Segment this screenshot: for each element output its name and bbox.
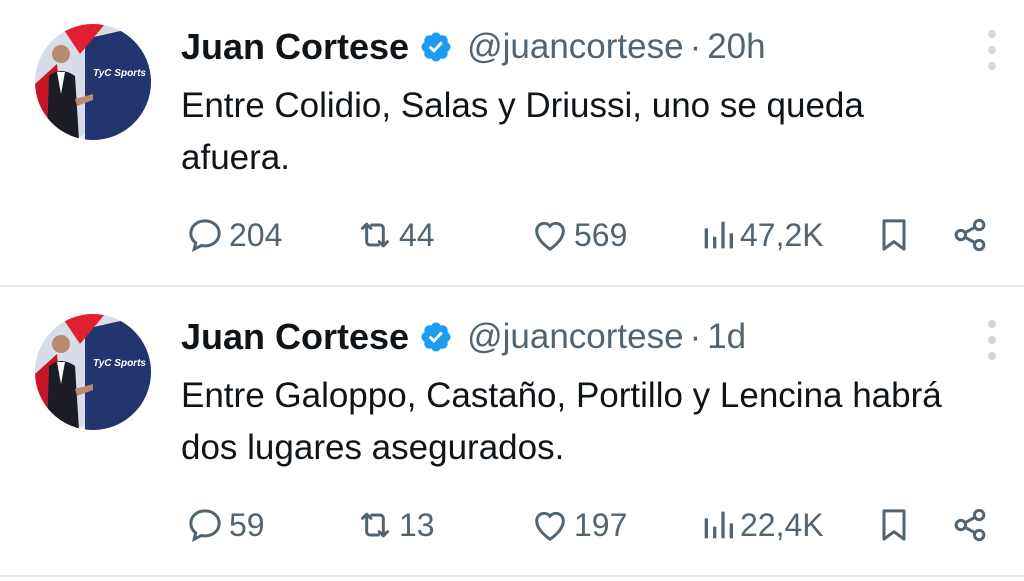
share-icon (954, 218, 986, 252)
separator-dot: · (689, 317, 702, 356)
avatar[interactable]: TyC Sports (35, 24, 151, 140)
retweet-count: 44 (399, 216, 435, 253)
avatar-logo-text: TyC Sports (93, 68, 146, 79)
bookmark-button[interactable] (874, 497, 914, 553)
tweet[interactable]: TyC Sports Juan Cortese @juancortese · 2… (0, 0, 1024, 285)
views-icon (704, 511, 733, 539)
separator-dot: · (689, 27, 702, 66)
author-name[interactable]: Juan Cortese (181, 316, 409, 358)
reply-count: 59 (229, 506, 265, 543)
more-vertical-icon[interactable] (980, 30, 1004, 70)
tweet[interactable]: TyC Sports Juan Cortese @juancortese · 1… (0, 290, 1024, 575)
like-count: 569 (574, 216, 628, 253)
verified-badge-icon (419, 320, 453, 354)
retweet-icon (361, 222, 389, 248)
share-icon (954, 508, 986, 542)
tweet-header: Juan Cortese @juancortese · 20h (181, 22, 766, 72)
heart-icon (535, 221, 565, 251)
avatar[interactable]: TyC Sports (35, 314, 151, 430)
like-count: 197 (574, 506, 628, 543)
like-button[interactable]: 569 (530, 207, 627, 263)
retweet-icon (361, 512, 389, 538)
avatar-logo-text: TyC Sports (93, 358, 146, 369)
view-count: 22,4K (740, 506, 824, 543)
share-button[interactable] (950, 497, 990, 553)
views-button[interactable]: 47,2K (700, 207, 824, 263)
reply-button[interactable]: 204 (185, 207, 282, 263)
verified-badge-icon (419, 30, 453, 64)
retweet-count: 13 (399, 506, 435, 543)
like-button[interactable]: 197 (530, 497, 627, 553)
author-handle[interactable]: @juancortese (467, 27, 683, 67)
retweet-button[interactable]: 44 (355, 207, 435, 263)
more-vertical-icon[interactable] (980, 320, 1004, 360)
views-icon (704, 221, 733, 249)
timestamp[interactable]: 20h (707, 27, 765, 67)
bookmark-icon (882, 219, 906, 251)
action-bar: 59 13 197 22,4K (0, 497, 1024, 553)
tweet-divider (0, 575, 1024, 577)
tweet-divider (0, 285, 1024, 287)
bookmark-icon (882, 509, 906, 541)
action-bar: 204 44 569 47,2K (0, 207, 1024, 263)
retweet-button[interactable]: 13 (355, 497, 435, 553)
heart-icon (535, 511, 565, 541)
tweet-header: Juan Cortese @juancortese · 1d (181, 312, 746, 362)
reply-icon (189, 219, 221, 252)
bookmark-button[interactable] (874, 207, 914, 263)
author-name[interactable]: Juan Cortese (181, 26, 409, 68)
tweet-text: Entre Galoppo, Castaño, Portillo y Lenci… (181, 376, 942, 467)
share-button[interactable] (950, 207, 990, 263)
tweet-text: Entre Colidio, Salas y Driussi, uno se q… (181, 86, 864, 177)
views-button[interactable]: 22,4K (700, 497, 824, 553)
timestamp[interactable]: 1d (707, 317, 746, 357)
author-handle[interactable]: @juancortese (467, 317, 683, 357)
reply-button[interactable]: 59 (185, 497, 265, 553)
view-count: 47,2K (740, 216, 824, 253)
reply-icon (189, 509, 221, 542)
reply-count: 204 (229, 216, 283, 253)
